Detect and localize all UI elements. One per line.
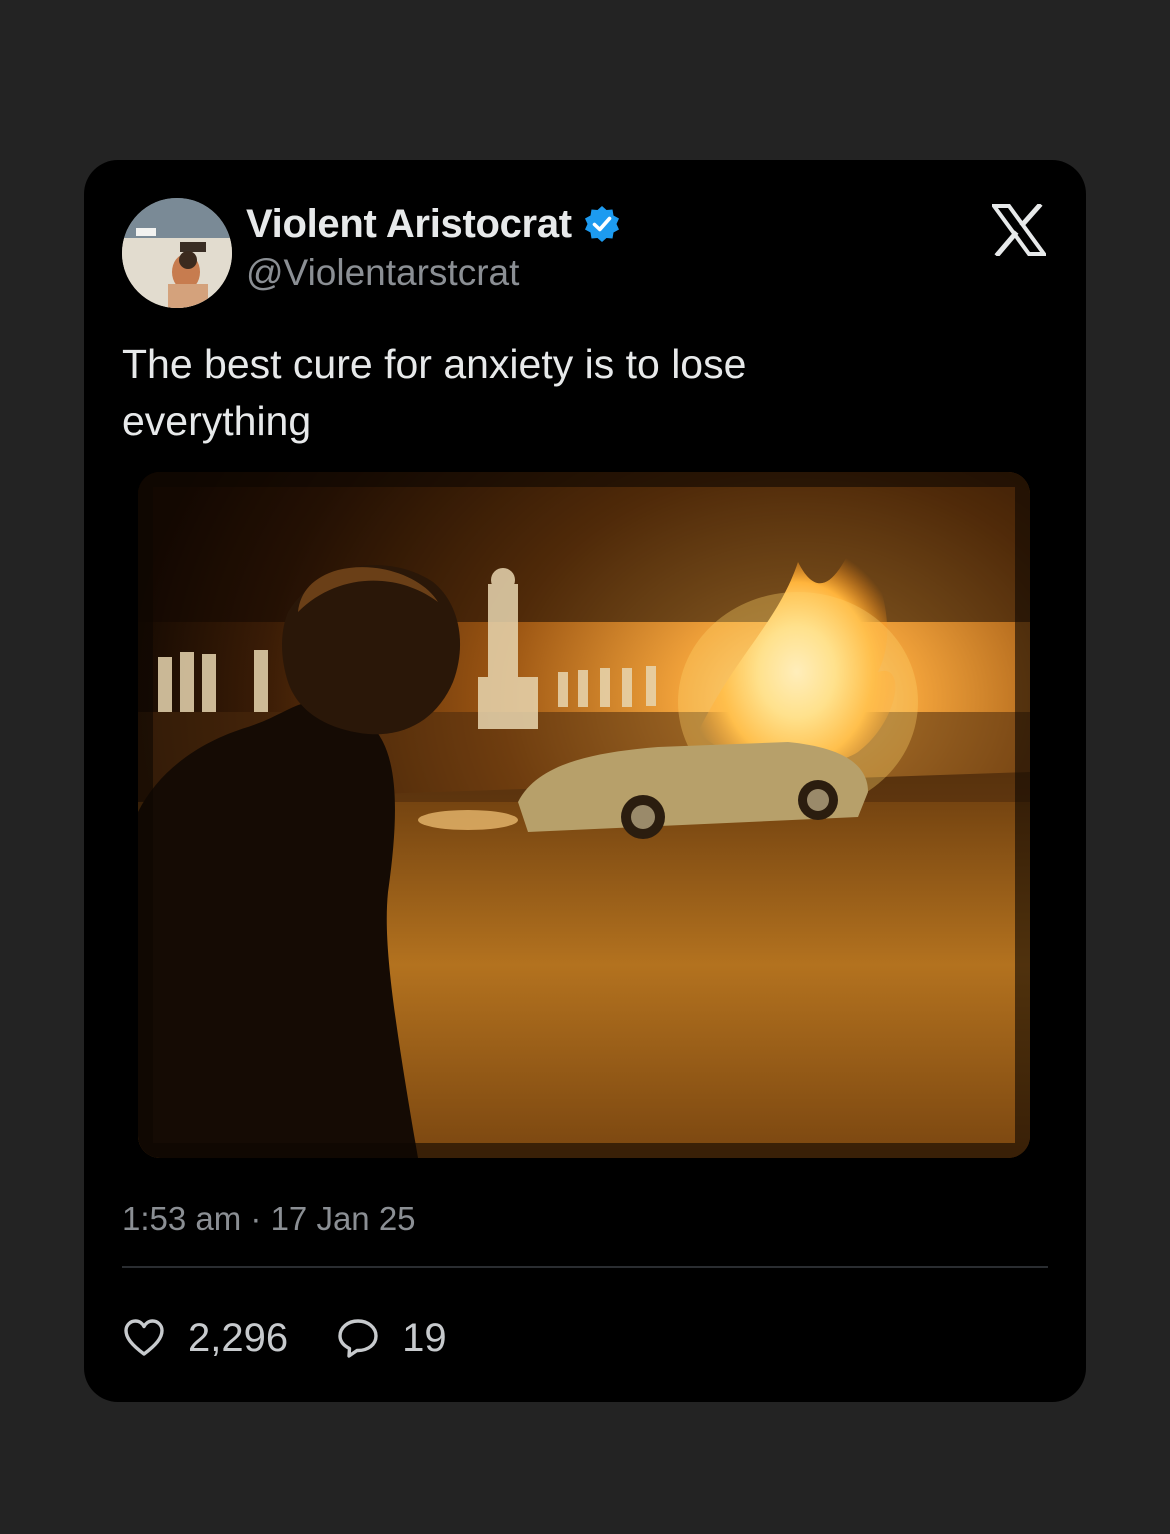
page: Violent Aristocrat @Violentarstcrat The … bbox=[0, 0, 1170, 1534]
reply-stat[interactable]: 19 bbox=[336, 1316, 447, 1361]
tweet-text: The best cure for anxiety is to lose eve… bbox=[122, 336, 1022, 450]
engagement-stats: 2,296 19 bbox=[122, 1310, 495, 1366]
divider bbox=[122, 1266, 1048, 1268]
author-handle[interactable]: @Violentarstcrat bbox=[246, 252, 519, 294]
like-stat[interactable]: 2,296 bbox=[122, 1316, 288, 1361]
tweet-text-line: The best cure for anxiety is to lose bbox=[122, 341, 747, 387]
tweet-card[interactable]: Violent Aristocrat @Violentarstcrat The … bbox=[84, 160, 1086, 1402]
tweet-text-line: everything bbox=[122, 398, 312, 444]
comment-bubble-icon[interactable] bbox=[336, 1316, 380, 1360]
tweet-media-image[interactable] bbox=[138, 472, 1030, 1158]
verified-badge-icon bbox=[582, 204, 622, 244]
like-count: 2,296 bbox=[188, 1315, 289, 1360]
tweet-timestamp[interactable]: 1:53 am · 17 Jan 25 bbox=[122, 1200, 416, 1238]
avatar[interactable] bbox=[122, 198, 232, 308]
author-display-name[interactable]: Violent Aristocrat bbox=[246, 202, 572, 247]
x-logo-icon[interactable] bbox=[990, 202, 1048, 258]
author-name-row: Violent Aristocrat bbox=[246, 200, 622, 248]
reply-count: 19 bbox=[402, 1315, 447, 1360]
heart-icon[interactable] bbox=[122, 1316, 166, 1360]
